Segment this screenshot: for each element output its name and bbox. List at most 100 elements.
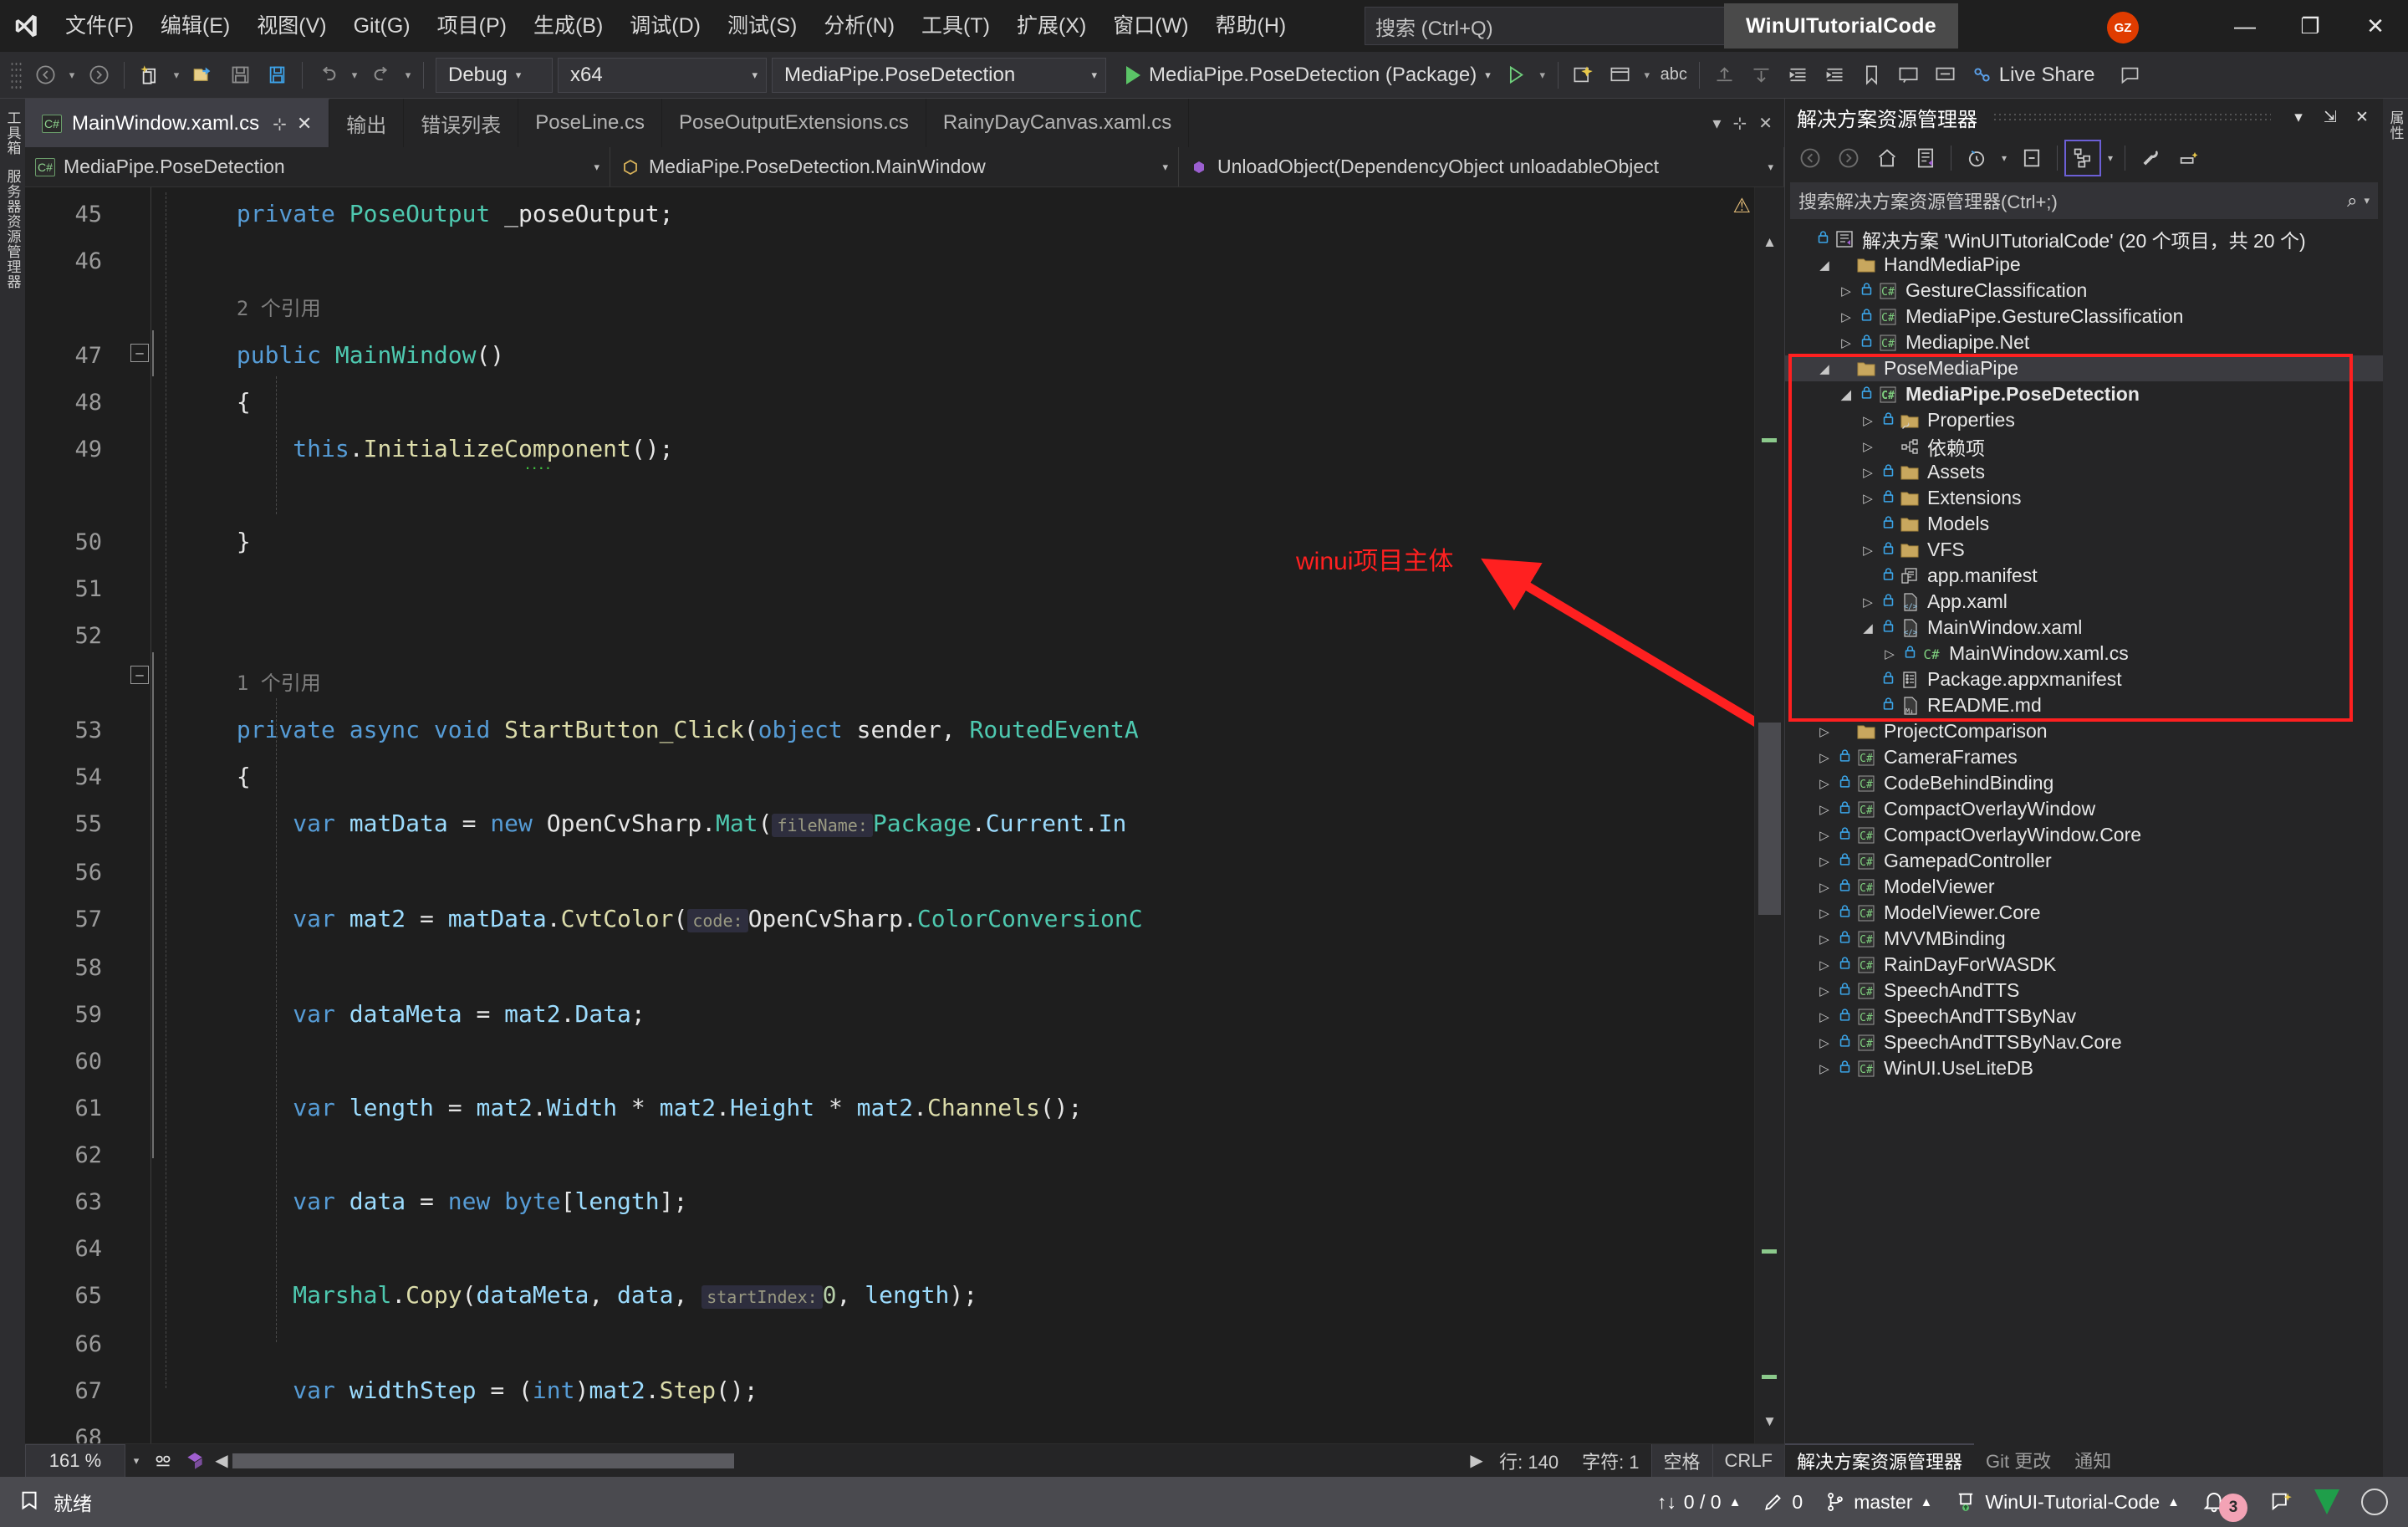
tab-close-icon[interactable]: ✕ bbox=[1758, 113, 1773, 134]
run-options-dropdown-icon[interactable]: ▾ bbox=[1534, 57, 1551, 94]
properties-wrench-icon[interactable] bbox=[2132, 140, 2169, 176]
collapsed-chevron-icon[interactable]: ▷ bbox=[1814, 880, 1835, 895]
zoom-level[interactable]: 161 % bbox=[25, 1444, 125, 1478]
tree-item[interactable]: Models bbox=[1785, 511, 2383, 537]
open-file-icon[interactable] bbox=[185, 57, 222, 94]
error-indicator-icon[interactable]: ⚠ bbox=[1732, 194, 1751, 218]
zoom-dropdown-icon[interactable]: ▾ bbox=[125, 1454, 147, 1468]
right-dock-rail[interactable]: 属性 bbox=[2383, 99, 2408, 1477]
solution-tree[interactable]: 解决方案 'WinUITutorialCode' (20 个项目，共 20 个)… bbox=[1785, 224, 2383, 1437]
tab-output[interactable]: 输出 bbox=[329, 99, 404, 147]
live-preview-dropdown-icon[interactable]: ▾ bbox=[1639, 57, 1656, 94]
pending-edits-status[interactable]: 0 bbox=[1763, 1491, 1803, 1514]
tree-item[interactable]: ▷VFS bbox=[1785, 537, 2383, 563]
navigate-backward-icon[interactable] bbox=[27, 57, 64, 94]
navbar-project-dropdown[interactable]: C# MediaPipe.PoseDetection ▾ bbox=[25, 147, 610, 186]
back-dropdown-icon[interactable]: ▾ bbox=[64, 57, 80, 94]
solution-view-icon[interactable] bbox=[1907, 140, 1944, 176]
tree-item[interactable]: ▷Assets bbox=[1785, 459, 2383, 485]
tree-item[interactable]: ▷C#CompactOverlayWindow.Core bbox=[1785, 822, 2383, 848]
new-project-icon[interactable] bbox=[131, 57, 168, 94]
collapsed-chevron-icon[interactable]: ▷ bbox=[1879, 646, 1900, 661]
redo-icon[interactable] bbox=[363, 57, 400, 94]
tree-item[interactable]: ▷C#GestureClassification bbox=[1785, 278, 2383, 304]
menu-edit[interactable]: 编辑(E) bbox=[147, 0, 243, 52]
navbar-member-dropdown[interactable]: UnloadObject(DependencyObject unloadable… bbox=[1179, 147, 1784, 186]
sync-status[interactable]: ↑↓ 0 / 0 ▲ bbox=[1657, 1491, 1742, 1514]
feedback-button[interactable] bbox=[2269, 1490, 2293, 1514]
pin-icon[interactable]: ⊹ bbox=[273, 114, 287, 135]
tree-item[interactable]: ▷C#CameraFrames bbox=[1785, 744, 2383, 770]
editor-vertical-scrollbar[interactable]: ⚠ ▲ ▼ bbox=[1754, 187, 1784, 1443]
se-menu-icon[interactable]: ▾ bbox=[2286, 108, 2311, 127]
collapsed-chevron-icon[interactable]: ▷ bbox=[1814, 724, 1835, 739]
collapse-all-icon[interactable] bbox=[2013, 140, 2050, 176]
tree-item[interactable]: ▷C#CodeBehindBinding bbox=[1785, 770, 2383, 796]
toolbar-grip[interactable] bbox=[10, 61, 22, 89]
footer-tab-notifications[interactable]: 通知 bbox=[2063, 1443, 2123, 1477]
tree-item[interactable]: ◢</>MainWindow.xaml bbox=[1785, 615, 2383, 641]
collapsed-chevron-icon[interactable]: ▷ bbox=[1857, 595, 1879, 610]
h-scroll-right-icon[interactable]: ▶ bbox=[1466, 1450, 1487, 1471]
code-text-area[interactable]: 45 private PoseOutput _poseOutput; 46 2 … bbox=[25, 187, 1754, 1443]
tab-poseline-cs[interactable]: PoseLine.cs bbox=[518, 99, 662, 147]
bookmark-icon[interactable] bbox=[1854, 57, 1890, 94]
tree-item[interactable]: ▷C#WinUI.UseLiteDB bbox=[1785, 1055, 2383, 1081]
minimize-button[interactable]: — bbox=[2212, 0, 2278, 52]
tree-item[interactable]: ▷依赖项 bbox=[1785, 433, 2383, 459]
repository-selector[interactable]: WinUI-Tutorial-Code ▲ bbox=[1954, 1489, 2180, 1514]
collapsed-chevron-icon[interactable]: ▷ bbox=[1857, 465, 1879, 480]
scroll-down-icon[interactable]: ▼ bbox=[1755, 1413, 1784, 1438]
menu-test[interactable]: 测试(S) bbox=[714, 0, 810, 52]
collapsed-chevron-icon[interactable]: ▷ bbox=[1814, 906, 1835, 921]
startup-project-combo[interactable]: MediaPipe.PoseDetection ▾ bbox=[772, 58, 1106, 93]
expanded-chevron-icon[interactable]: ◢ bbox=[1857, 621, 1879, 636]
tree-item[interactable]: ▷C#Mediapipe.Net bbox=[1785, 329, 2383, 355]
chevron-down-icon[interactable]: ▾ bbox=[2357, 194, 2370, 207]
collapsed-chevron-icon[interactable]: ▷ bbox=[1814, 1035, 1835, 1050]
avatar[interactable]: GZ bbox=[2107, 12, 2139, 43]
pending-changes-dropdown-icon[interactable]: ▾ bbox=[1997, 152, 2012, 164]
tree-item[interactable]: ▷C#GamepadController bbox=[1785, 848, 2383, 874]
tree-item[interactable]: 解决方案 'WinUITutorialCode' (20 个项目，共 20 个) bbox=[1785, 226, 2383, 252]
collapsed-chevron-icon[interactable]: ▷ bbox=[1835, 309, 1857, 324]
collapsed-chevron-icon[interactable]: ▷ bbox=[1814, 828, 1835, 843]
start-debugging-button[interactable]: MediaPipe.PoseDetection (Package) ▾ bbox=[1120, 57, 1497, 94]
start-without-debugging-icon[interactable] bbox=[1497, 57, 1534, 94]
menu-help[interactable]: 帮助(H) bbox=[1202, 0, 1300, 52]
status-circle-icon[interactable] bbox=[2361, 1489, 2388, 1515]
source-control-status-icon[interactable] bbox=[2314, 1489, 2339, 1514]
tree-item[interactable]: ▷C#MainWindow.xaml.cs bbox=[1785, 641, 2383, 666]
tree-item[interactable]: ▷C#ModelViewer bbox=[1785, 874, 2383, 900]
solution-platform-combo[interactable]: x64 ▾ bbox=[558, 58, 767, 93]
undo-icon[interactable] bbox=[309, 57, 346, 94]
tree-item[interactable]: ▷C#MVVMBinding bbox=[1785, 926, 2383, 952]
menu-project[interactable]: 项目(P) bbox=[424, 0, 520, 52]
tree-item[interactable]: ▷Properties bbox=[1785, 407, 2383, 433]
h-scroll-left-icon[interactable]: ◀ bbox=[211, 1450, 232, 1471]
suggestion-dots-icon[interactable]: .... bbox=[525, 452, 552, 474]
tree-item[interactable]: ▷C#CompactOverlayWindow bbox=[1785, 796, 2383, 822]
step-out-icon[interactable] bbox=[1707, 57, 1743, 94]
collapsed-chevron-icon[interactable]: ▷ bbox=[1814, 932, 1835, 947]
outdent-icon[interactable] bbox=[1780, 57, 1817, 94]
live-share-button[interactable]: Live Share bbox=[1971, 64, 2095, 87]
save-icon[interactable] bbox=[222, 57, 258, 94]
window-controls[interactable]: — ❐ ✕ bbox=[2212, 0, 2408, 52]
tab-error-list[interactable]: 错误列表 bbox=[404, 99, 518, 147]
tree-item[interactable]: app.manifest bbox=[1785, 563, 2383, 589]
collapse-region-icon[interactable]: – bbox=[130, 344, 149, 362]
restore-button[interactable]: ❐ bbox=[2278, 0, 2343, 52]
feedback-icon[interactable] bbox=[2112, 57, 2149, 94]
collapsed-chevron-icon[interactable]: ▷ bbox=[1814, 802, 1835, 817]
intellicode-icon[interactable] bbox=[147, 1450, 179, 1472]
pending-changes-icon[interactable] bbox=[1958, 140, 1995, 176]
expanded-chevron-icon[interactable]: ◢ bbox=[1814, 258, 1835, 273]
se-back-icon[interactable] bbox=[1792, 140, 1829, 176]
indent-icon[interactable] bbox=[1817, 57, 1854, 94]
expanded-chevron-icon[interactable]: ◢ bbox=[1814, 361, 1835, 376]
xaml-designer-icon[interactable] bbox=[179, 1450, 211, 1472]
toolbox-tab[interactable]: 工具箱 bbox=[3, 110, 23, 156]
tree-item[interactable]: ▷ProjectComparison bbox=[1785, 718, 2383, 744]
collapsed-chevron-icon[interactable]: ▷ bbox=[1857, 413, 1879, 428]
